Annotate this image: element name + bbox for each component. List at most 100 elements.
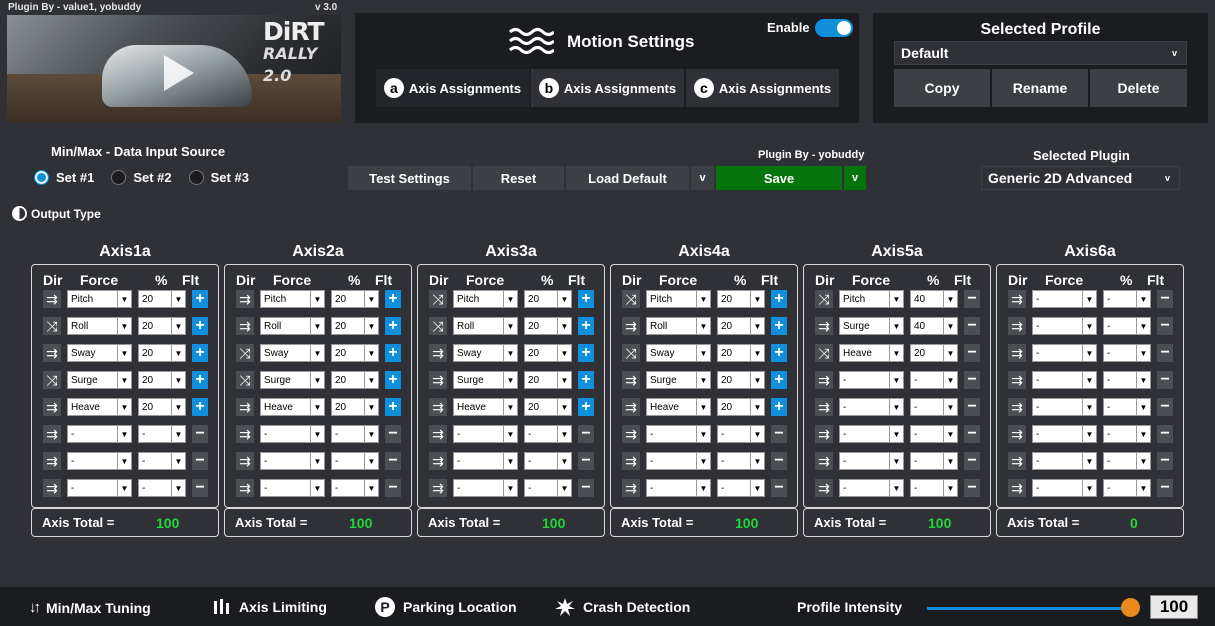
percent-dropdown[interactable]: - ▼ (524, 425, 572, 443)
input-source-option[interactable]: Set #3 (188, 170, 249, 185)
percent-dropdown[interactable]: 40 ▼ (910, 317, 958, 335)
reset-button[interactable]: Reset (473, 166, 564, 190)
percent-dropdown[interactable]: - ▼ (910, 452, 958, 470)
percent-dropdown[interactable]: - ▼ (717, 479, 765, 497)
force-dropdown[interactable]: Heave ▼ (839, 344, 904, 362)
direction-normal-icon[interactable]: ⇉ (1008, 479, 1026, 497)
force-dropdown[interactable]: Sway ▼ (453, 344, 518, 362)
filter-minus-icon[interactable]: − (964, 344, 980, 362)
filter-plus-icon[interactable]: + (578, 317, 594, 335)
direction-normal-icon[interactable]: ⇉ (429, 344, 447, 362)
filter-plus-icon[interactable]: + (771, 398, 787, 416)
plugin-dropdown[interactable]: Generic 2D Advanced v (981, 166, 1180, 190)
percent-dropdown[interactable]: - ▼ (1103, 452, 1151, 470)
direction-normal-icon[interactable]: ⇉ (236, 425, 254, 443)
direction-invert-icon[interactable]: ⤨ (622, 344, 640, 362)
direction-normal-icon[interactable]: ⇉ (429, 371, 447, 389)
filter-minus-icon[interactable]: − (964, 398, 980, 416)
direction-normal-icon[interactable]: ⇉ (236, 317, 254, 335)
direction-normal-icon[interactable]: ⇉ (1008, 398, 1026, 416)
force-dropdown[interactable]: - ▼ (67, 479, 132, 497)
direction-normal-icon[interactable]: ⇉ (1008, 290, 1026, 308)
percent-dropdown[interactable]: - ▼ (717, 452, 765, 470)
direction-invert-icon[interactable]: ⤨ (43, 317, 61, 335)
force-dropdown[interactable]: - ▼ (1032, 317, 1097, 335)
percent-dropdown[interactable]: - ▼ (910, 479, 958, 497)
filter-minus-icon[interactable]: − (964, 452, 980, 470)
direction-invert-icon[interactable]: ⤨ (815, 290, 833, 308)
force-dropdown[interactable]: Sway ▼ (260, 344, 325, 362)
force-dropdown[interactable]: - ▼ (1032, 452, 1097, 470)
percent-dropdown[interactable]: - ▼ (331, 479, 379, 497)
direction-invert-icon[interactable]: ⤨ (622, 290, 640, 308)
filter-plus-icon[interactable]: + (192, 344, 208, 362)
direction-normal-icon[interactable]: ⇉ (43, 425, 61, 443)
force-dropdown[interactable]: Heave ▼ (67, 398, 132, 416)
direction-invert-icon[interactable]: ⤨ (236, 344, 254, 362)
percent-dropdown[interactable]: - ▼ (1103, 317, 1151, 335)
force-dropdown[interactable]: Roll ▼ (453, 317, 518, 335)
force-dropdown[interactable]: - ▼ (260, 452, 325, 470)
filter-minus-icon[interactable]: − (964, 479, 980, 497)
direction-normal-icon[interactable]: ⇉ (1008, 317, 1026, 335)
filter-plus-icon[interactable]: + (192, 371, 208, 389)
force-dropdown[interactable]: Roll ▼ (646, 317, 711, 335)
force-dropdown[interactable]: Pitch ▼ (839, 290, 904, 308)
force-dropdown[interactable]: Surge ▼ (67, 371, 132, 389)
force-dropdown[interactable]: - ▼ (67, 425, 132, 443)
intensity-slider-track[interactable] (927, 607, 1130, 610)
percent-dropdown[interactable]: 20 ▼ (138, 344, 186, 362)
force-dropdown[interactable]: - ▼ (646, 479, 711, 497)
intensity-slider-knob[interactable] (1121, 598, 1140, 617)
direction-normal-icon[interactable]: ⇉ (815, 452, 833, 470)
percent-dropdown[interactable]: - ▼ (910, 398, 958, 416)
filter-minus-icon[interactable]: − (771, 425, 787, 443)
percent-dropdown[interactable]: 20 ▼ (717, 317, 765, 335)
percent-dropdown[interactable]: - ▼ (1103, 344, 1151, 362)
force-dropdown[interactable]: - ▼ (646, 452, 711, 470)
percent-dropdown[interactable]: 20 ▼ (717, 371, 765, 389)
direction-normal-icon[interactable]: ⇉ (43, 344, 61, 362)
filter-minus-icon[interactable]: − (192, 452, 208, 470)
filter-plus-icon[interactable]: + (385, 398, 401, 416)
filter-minus-icon[interactable]: − (385, 479, 401, 497)
filter-minus-icon[interactable]: − (771, 479, 787, 497)
force-dropdown[interactable]: - ▼ (453, 479, 518, 497)
force-dropdown[interactable]: Heave ▼ (646, 398, 711, 416)
filter-minus-icon[interactable]: − (964, 290, 980, 308)
percent-dropdown[interactable]: 20 ▼ (524, 290, 572, 308)
force-dropdown[interactable]: - ▼ (1032, 371, 1097, 389)
direction-normal-icon[interactable]: ⇉ (236, 290, 254, 308)
filter-minus-icon[interactable]: − (1157, 344, 1173, 362)
filter-plus-icon[interactable]: + (771, 344, 787, 362)
percent-dropdown[interactable]: 20 ▼ (524, 398, 572, 416)
direction-normal-icon[interactable]: ⇉ (815, 317, 833, 335)
force-dropdown[interactable]: - ▼ (839, 452, 904, 470)
radio-button[interactable] (188, 170, 204, 185)
force-dropdown[interactable]: Heave ▼ (260, 398, 325, 416)
percent-dropdown[interactable]: - ▼ (1103, 398, 1151, 416)
percent-dropdown[interactable]: 40 ▼ (910, 290, 958, 308)
percent-dropdown[interactable]: 20 ▼ (524, 371, 572, 389)
filter-minus-icon[interactable]: − (1157, 317, 1173, 335)
direction-normal-icon[interactable]: ⇉ (43, 398, 61, 416)
force-dropdown[interactable]: Pitch ▼ (453, 290, 518, 308)
delete-button[interactable]: Delete (1090, 69, 1187, 107)
force-dropdown[interactable]: Pitch ▼ (260, 290, 325, 308)
force-dropdown[interactable]: - ▼ (67, 452, 132, 470)
direction-normal-icon[interactable]: ⇉ (236, 452, 254, 470)
percent-dropdown[interactable]: 20 ▼ (138, 398, 186, 416)
direction-normal-icon[interactable]: ⇉ (1008, 425, 1026, 443)
percent-dropdown[interactable]: 20 ▼ (331, 290, 379, 308)
force-dropdown[interactable]: Surge ▼ (260, 371, 325, 389)
parking-location-button[interactable]: P Parking Location (375, 597, 517, 617)
filter-minus-icon[interactable]: − (1157, 425, 1173, 443)
direction-normal-icon[interactable]: ⇉ (622, 425, 640, 443)
percent-dropdown[interactable]: - ▼ (331, 425, 379, 443)
filter-plus-icon[interactable]: + (192, 317, 208, 335)
play-icon[interactable] (164, 55, 194, 91)
profile-dropdown[interactable]: Default v (894, 41, 1187, 65)
filter-minus-icon[interactable]: − (1157, 371, 1173, 389)
percent-dropdown[interactable]: 20 ▼ (524, 344, 572, 362)
filter-minus-icon[interactable]: − (192, 425, 208, 443)
